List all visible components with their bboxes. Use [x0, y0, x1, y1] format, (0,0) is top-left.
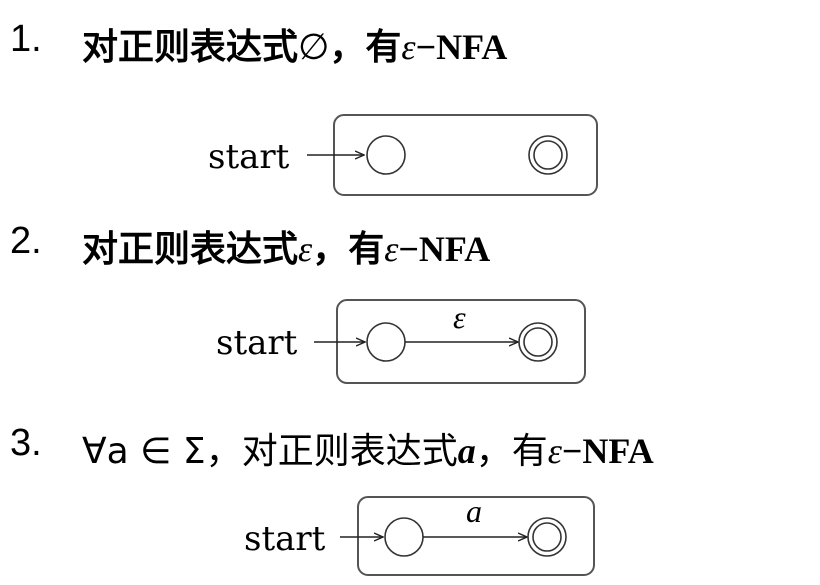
- initial-state: [366, 135, 406, 175]
- automaton-2: start ε: [216, 299, 586, 384]
- start-label: start: [208, 137, 290, 177]
- initial-state: [384, 517, 424, 557]
- transition-label: a: [466, 493, 482, 529]
- automaton-1: start: [208, 114, 598, 196]
- automaton-3: start a: [244, 493, 595, 576]
- start-label: start: [216, 323, 298, 363]
- transition-label: ε: [453, 299, 466, 335]
- initial-state: [366, 322, 406, 362]
- automata-diagrams: start start ε start a: [208, 114, 598, 576]
- start-label: start: [244, 519, 326, 559]
